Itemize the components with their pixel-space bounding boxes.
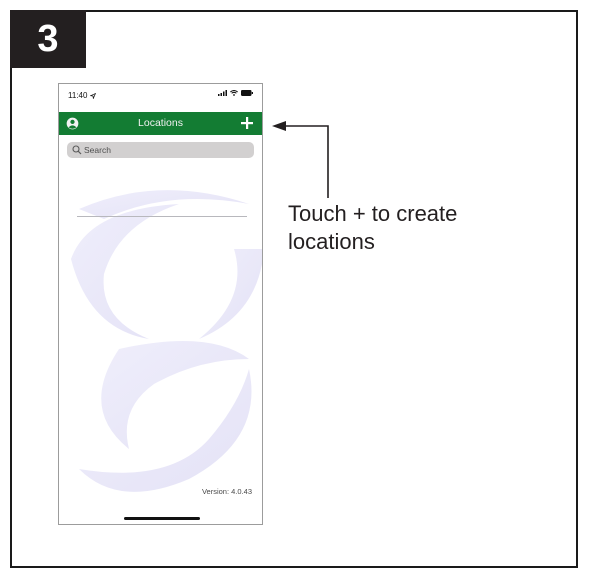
status-icons [218, 90, 253, 96]
signal-icon [218, 90, 227, 96]
logo-watermark [71, 190, 262, 492]
home-indicator[interactable] [124, 517, 200, 520]
callout-line-1: Touch + to create [288, 201, 458, 226]
search-icon [72, 145, 82, 155]
callout-arrow-icon [272, 121, 329, 198]
location-arrow-icon [88, 92, 96, 100]
version-label: Version: 4.0.43 [201, 487, 252, 496]
phone-screenshot: 11:40 Locations Search Version: 4.0.43 [58, 83, 263, 525]
add-location-button[interactable] [239, 115, 255, 131]
callout-text: Touch + to create locations [288, 200, 538, 256]
battery-icon [241, 90, 253, 96]
search-input[interactable] [84, 142, 244, 158]
page-title: Locations [138, 117, 183, 129]
search-bar[interactable] [67, 142, 254, 158]
app-bar: Locations [59, 112, 262, 135]
wifi-icon [230, 90, 238, 96]
callout-line-2: locations [288, 229, 375, 254]
list-divider [77, 216, 247, 217]
status-time: 11:40 [68, 91, 96, 100]
status-bar: 11:40 [59, 84, 262, 112]
step-number-badge: 3 [10, 10, 86, 68]
